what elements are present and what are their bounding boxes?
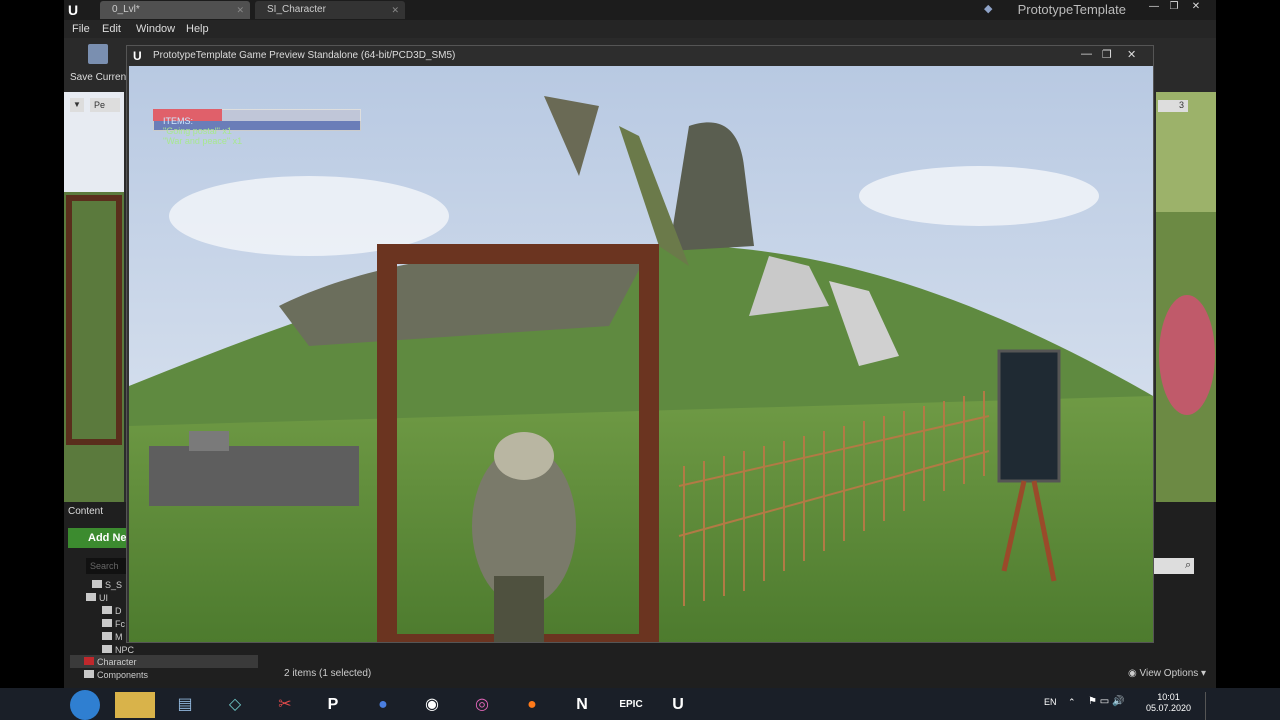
selection-status: 2 items (1 selected) bbox=[284, 668, 372, 679]
sticky-app-icon[interactable]: ◇ bbox=[215, 692, 255, 718]
tree-item-label: M bbox=[115, 632, 123, 642]
color-app-icon[interactable]: ◎ bbox=[462, 692, 502, 718]
tree-item[interactable]: D bbox=[102, 605, 122, 617]
view-options-button[interactable]: ◉ View Options ▾ bbox=[1128, 668, 1206, 679]
game-preview-window[interactable]: U PrototypeTemplate Game Preview Standal… bbox=[126, 45, 1154, 643]
save-current-label[interactable]: Save Current bbox=[70, 72, 129, 83]
tray-chevron-icon[interactable]: ⌃ bbox=[1068, 697, 1076, 708]
close-icon[interactable]: ✕ bbox=[236, 1, 244, 19]
menu-window[interactable]: Window bbox=[136, 22, 175, 36]
game-viewport[interactable]: ITEMS: "Going postal" x1 "War and peace"… bbox=[129, 66, 1153, 642]
tree-item-components[interactable]: Components bbox=[84, 669, 148, 681]
menu-edit[interactable]: Edit bbox=[102, 22, 121, 36]
folder-icon bbox=[102, 619, 112, 627]
content-browser-tab[interactable]: Content bbox=[68, 506, 103, 517]
clock-date: 05.07.2020 bbox=[1146, 703, 1192, 713]
firefox-icon[interactable]: ● bbox=[512, 692, 552, 718]
snipping-tool-icon[interactable]: ✂ bbox=[265, 692, 305, 718]
hud-item-line: "Going postal" x1 bbox=[163, 126, 232, 136]
show-desktop-button[interactable] bbox=[1205, 692, 1211, 720]
tree-item[interactable]: UI bbox=[86, 592, 108, 604]
tree-item-character[interactable]: Character bbox=[84, 656, 137, 668]
p-app-icon[interactable]: P bbox=[313, 692, 353, 718]
hud-items-label: ITEMS: bbox=[163, 116, 194, 126]
tree-item-label: UI bbox=[99, 593, 108, 603]
viewport-left-frame bbox=[66, 195, 122, 445]
blue-circle-app-icon[interactable]: ● bbox=[363, 692, 403, 718]
viewport-menu-icon[interactable]: ▼ bbox=[70, 98, 84, 112]
language-indicator[interactable]: EN bbox=[1044, 697, 1057, 707]
notion-icon[interactable]: N bbox=[562, 692, 602, 718]
folder-icon bbox=[102, 606, 112, 614]
close-window-icon[interactable]: ✕ bbox=[1127, 48, 1136, 61]
tree-item-label: D bbox=[115, 606, 122, 616]
tree-item[interactable]: Fc bbox=[102, 618, 125, 630]
unreal-engine-icon[interactable]: U bbox=[658, 692, 698, 718]
game-window-titlebar[interactable]: U PrototypeTemplate Game Preview Standal… bbox=[127, 46, 1153, 66]
tree-item[interactable]: S_S bbox=[92, 579, 122, 591]
epic-games-icon[interactable]: EPIC bbox=[611, 692, 651, 718]
file-explorer-icon[interactable] bbox=[115, 692, 155, 718]
game-window-title: PrototypeTemplate Game Preview Standalon… bbox=[153, 50, 456, 61]
tab-level[interactable]: 0_Lvl* ✕ bbox=[100, 1, 250, 19]
minimize-icon[interactable]: — bbox=[1081, 48, 1092, 60]
folder-icon bbox=[84, 670, 94, 678]
hud-item-line: "War and peace" x1 bbox=[163, 136, 243, 146]
plant-object bbox=[1159, 295, 1215, 415]
clock-time: 10:01 bbox=[1157, 692, 1180, 702]
search-input[interactable]: Search bbox=[86, 558, 126, 574]
tree-item[interactable]: M bbox=[102, 631, 123, 643]
obs-icon[interactable]: ◉ bbox=[412, 692, 452, 718]
save-icon[interactable] bbox=[88, 44, 108, 64]
windows-start-icon[interactable] bbox=[70, 690, 100, 720]
hud-items-panel: ITEMS: "Going postal" x1 "War and peace"… bbox=[163, 116, 242, 146]
close-window-icon[interactable]: ✕ bbox=[1186, 0, 1206, 16]
close-icon[interactable]: ✕ bbox=[391, 1, 399, 19]
tree-item-label: Components bbox=[97, 670, 149, 680]
folder-icon bbox=[92, 580, 102, 588]
add-new-button[interactable]: Add Ne bbox=[68, 528, 128, 548]
maximize-icon[interactable]: ❐ bbox=[1102, 48, 1112, 61]
viewport-perspective-button[interactable]: Pe bbox=[90, 98, 120, 112]
unreal-logo-icon: U bbox=[68, 2, 79, 18]
eye-icon: ◉ bbox=[1128, 668, 1140, 679]
maximize-icon[interactable]: ❐ bbox=[1164, 0, 1184, 16]
notepad-icon[interactable]: ▤ bbox=[165, 692, 205, 718]
tree-item-label: NPC bbox=[115, 645, 135, 655]
editor-titlebar: U 0_Lvl* ✕ SI_Character ✕ ◆ PrototypeTem… bbox=[64, 0, 1216, 20]
search-icon[interactable]: ⌕ bbox=[1185, 559, 1191, 572]
tab-character[interactable]: SI_Character ✕ bbox=[255, 1, 405, 19]
folder-icon bbox=[102, 632, 112, 640]
folder-icon bbox=[102, 645, 112, 653]
tree-item-label: Fc bbox=[115, 619, 125, 629]
tab-level-label: 0_Lvl* bbox=[112, 4, 140, 15]
tree-item-label: S_S bbox=[105, 580, 123, 590]
minimize-icon[interactable]: — bbox=[1144, 0, 1164, 16]
tray-icons[interactable]: ⚑ ▭ 🔊 bbox=[1088, 696, 1124, 707]
menu-bar: File Edit Window Help bbox=[64, 20, 1216, 38]
menu-help[interactable]: Help bbox=[186, 22, 209, 36]
project-name: PrototypeTemplate bbox=[1017, 2, 1126, 17]
project-icon: ◆ bbox=[984, 3, 993, 15]
tree-item-label: Character bbox=[97, 657, 137, 667]
view-options-label: View Options bbox=[1139, 668, 1199, 679]
chevron-down-icon: ▾ bbox=[1198, 668, 1207, 679]
clock[interactable]: 10:01 05.07.2020 bbox=[1146, 692, 1191, 714]
folder-icon bbox=[86, 593, 96, 601]
tab-character-label: SI_Character bbox=[267, 4, 326, 15]
viewport-count-badge[interactable]: 3 bbox=[1158, 100, 1188, 112]
unreal-logo-icon: U bbox=[133, 49, 142, 63]
folder-icon bbox=[84, 657, 94, 665]
game-scene-art bbox=[129, 66, 1153, 642]
menu-file[interactable]: File bbox=[72, 22, 90, 36]
